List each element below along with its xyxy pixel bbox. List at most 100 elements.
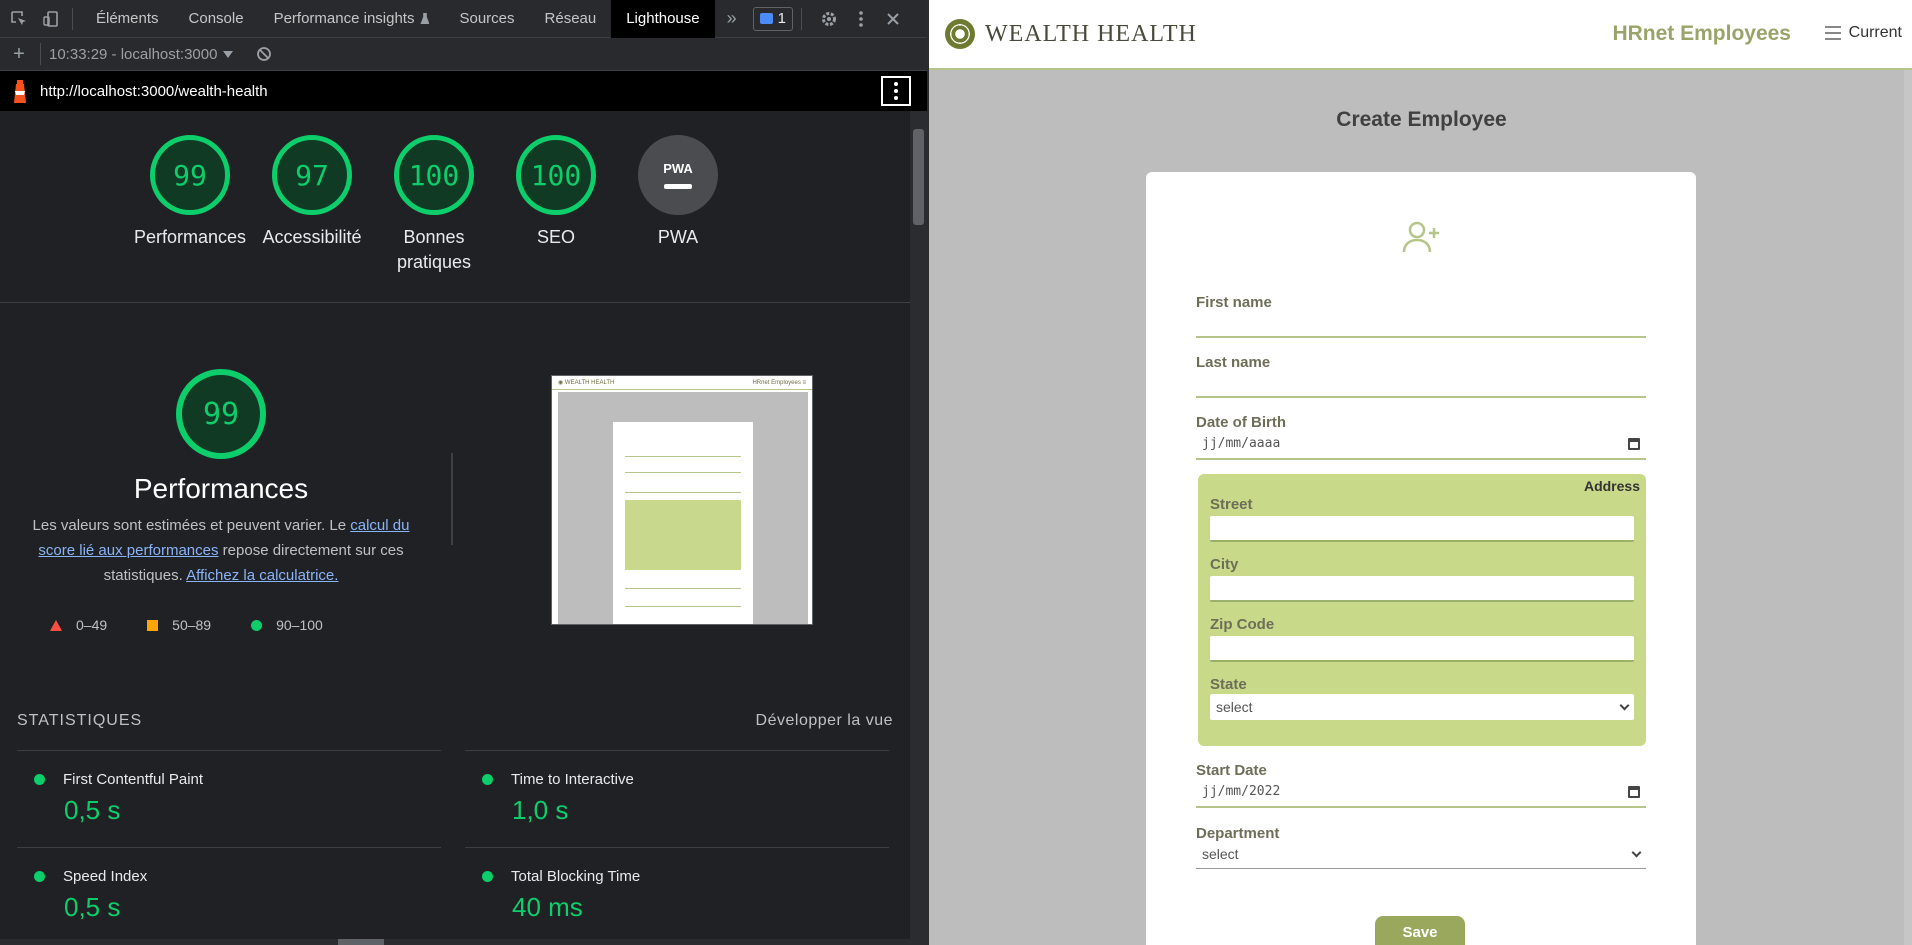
list-icon <box>1824 26 1841 40</box>
toolbar-separator <box>40 43 41 65</box>
device-toolbar-icon[interactable] <box>38 6 64 32</box>
dob-placeholder: jj/mm/aaaa <box>1202 436 1281 451</box>
gauge-score: 100 <box>516 135 596 215</box>
thumbnail-header: ◉ WEALTH HEALTH HRnet Employees ≡ <box>552 376 812 390</box>
first-name-input[interactable] <box>1196 336 1646 338</box>
statistics-heading: STATISTIQUES <box>17 712 143 729</box>
tab-elements[interactable]: Éléments <box>81 0 174 38</box>
legend-pass-label: 90–100 <box>276 617 323 633</box>
dob-underline <box>1196 458 1646 460</box>
tab-performance-insights[interactable]: Performance insights <box>259 0 445 38</box>
pwa-badge-text: PWA <box>663 161 693 176</box>
gauge-label: Accessibilité <box>262 227 362 247</box>
start-date-label: Start Date <box>1196 762 1267 779</box>
chevron-down-icon <box>1619 700 1630 710</box>
metric-label: Speed Index <box>63 868 148 885</box>
nav-current-employees[interactable]: Current <box>1824 24 1902 42</box>
gauge-label: PWA <box>657 227 699 247</box>
devtools-panel: Éléments Console Performance insights So… <box>0 0 927 945</box>
employee-form: First name Last name Date of Birth jj/mm… <box>1146 172 1696 945</box>
dob-input[interactable]: jj/mm/aaaa <box>1196 436 1646 451</box>
report-scrollbar[interactable] <box>910 111 927 945</box>
settings-gear-icon[interactable] <box>816 6 842 32</box>
pass-circle-icon <box>251 619 263 631</box>
page-scrollbar[interactable] <box>1904 70 1912 945</box>
metric-value: 0,5 s <box>64 892 121 922</box>
gauge-score: 97 <box>272 135 352 215</box>
statistics-header: STATISTIQUES Développer la vue <box>17 712 893 730</box>
tab-network[interactable]: Réseau <box>530 0 612 38</box>
nav-current-label: Current <box>1848 24 1902 41</box>
pass-circle-icon <box>482 871 493 882</box>
pwa-badge-icon: PWA <box>638 135 718 215</box>
gauge-score: 100 <box>394 135 474 215</box>
street-input[interactable] <box>1210 516 1634 542</box>
dob-label: Date of Birth <box>1196 414 1286 431</box>
pass-circle-icon <box>34 774 45 785</box>
department-select[interactable]: select <box>1196 846 1646 862</box>
thumbnail-form-card <box>613 422 753 624</box>
dropdown-triangle-icon <box>223 50 234 58</box>
issues-badge[interactable]: 1 <box>752 6 793 31</box>
gauge-pwa[interactable]: PWA PWA <box>638 135 718 275</box>
gauge-seo[interactable]: 100 SEO <box>516 135 596 275</box>
more-tabs-icon[interactable]: » <box>719 6 745 32</box>
issues-count: 1 <box>777 10 786 27</box>
app-header: WEALTH HEALTH HRnet Employees Current <box>929 0 1912 70</box>
performance-description: Les valeurs sont estimées et peuvent var… <box>28 513 414 588</box>
scrollbar-thumb[interactable] <box>338 939 384 945</box>
performance-score-gauge: 99 <box>176 369 266 459</box>
start-date-input[interactable]: jj/mm/2022 <box>1196 784 1646 799</box>
last-name-input[interactable] <box>1196 396 1646 398</box>
start-date-value: jj/mm/2022 <box>1202 784 1281 799</box>
report-selector[interactable]: 10:33:29 - localhost:3000 <box>49 46 234 63</box>
metric-fcp: First Contentful Paint 0,5 s <box>17 750 441 826</box>
metric-speed-index: Speed Index 0,5 s <box>17 847 441 923</box>
department-label: Department <box>1196 825 1280 842</box>
calendar-icon[interactable] <box>1628 437 1640 450</box>
calculator-link[interactable]: Affichez la calculatrice. <box>186 567 338 584</box>
scrollbar-thumb[interactable] <box>913 129 924 225</box>
pass-circle-icon <box>482 774 493 785</box>
gauge-performance[interactable]: 99 Performances <box>134 135 246 275</box>
state-select[interactable]: select <box>1210 694 1634 720</box>
thumbnail-address-box <box>625 500 741 570</box>
new-report-plus-icon[interactable]: + <box>6 41 32 67</box>
devtools-tabbar: Éléments Console Performance insights So… <box>0 0 927 38</box>
state-select-value: select <box>1216 699 1253 715</box>
horizontal-scrollbar[interactable] <box>0 939 910 945</box>
report-url-bar: http://localhost:3000/wealth-health <box>0 71 927 111</box>
lighthouse-logo-icon <box>12 79 28 103</box>
summary-divider <box>451 453 453 545</box>
gauge-label: Performances <box>133 227 247 247</box>
tab-sources[interactable]: Sources <box>444 0 529 38</box>
calendar-icon[interactable] <box>1628 785 1640 798</box>
lighthouse-report: 99 Performances 97 Accessibilité 100 Bon… <box>0 111 910 945</box>
close-devtools-icon[interactable] <box>880 6 906 32</box>
city-input[interactable] <box>1210 576 1634 602</box>
report-menu-icon[interactable] <box>881 76 911 106</box>
average-square-icon <box>147 619 159 631</box>
tab-console[interactable]: Console <box>174 0 259 38</box>
clear-reports-icon[interactable] <box>251 41 277 67</box>
final-screenshot-thumbnail[interactable]: ◉ WEALTH HEALTH HRnet Employees ≡ <box>551 375 813 625</box>
gauge-accessibility[interactable]: 97 Accessibilité <box>262 135 362 275</box>
tab-lighthouse[interactable]: Lighthouse <box>611 0 715 38</box>
message-icon <box>759 13 773 24</box>
desc-text-1: Les valeurs sont estimées et peuvent var… <box>32 517 351 534</box>
save-button[interactable]: Save <box>1375 916 1465 945</box>
inspect-element-icon[interactable] <box>6 6 32 32</box>
metric-value: 0,5 s <box>64 795 121 825</box>
customize-menu-icon[interactable] <box>848 6 874 32</box>
thumbnail-body <box>558 392 808 624</box>
score-legend: 0–49 50–89 90–100 <box>50 617 323 633</box>
gauge-best-practices[interactable]: 100 Bonnes pratiques <box>394 135 474 275</box>
brand-logo[interactable]: WEALTH HEALTH <box>945 19 1197 49</box>
divider <box>0 302 910 303</box>
zip-input[interactable] <box>1210 636 1634 662</box>
address-fieldset: Address Street City Zip Code State selec… <box>1198 474 1646 746</box>
metric-tbt: Total Blocking Time 40 ms <box>465 847 889 923</box>
expand-view-toggle[interactable]: Développer la vue <box>756 712 893 730</box>
department-underline <box>1196 868 1646 869</box>
gauge-label: SEO <box>536 227 575 247</box>
